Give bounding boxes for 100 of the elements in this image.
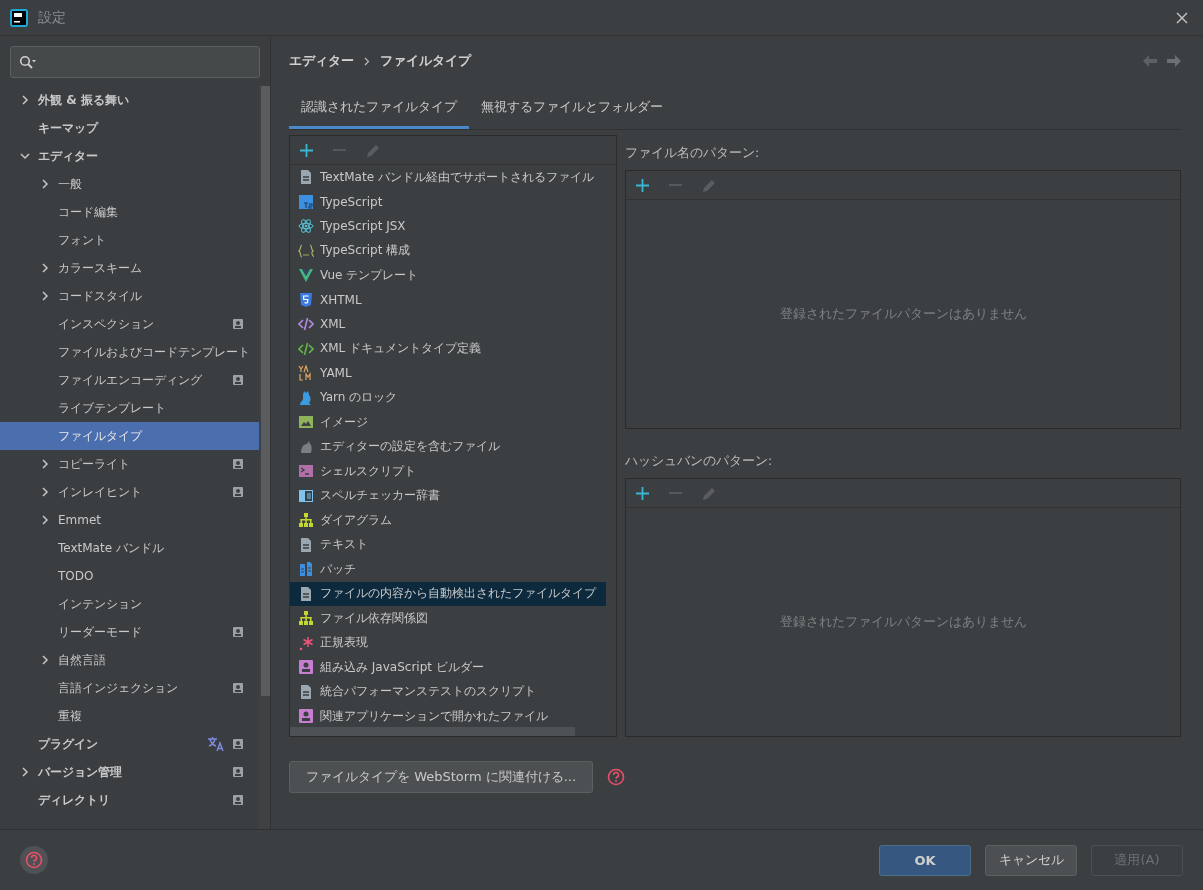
help-button[interactable] bbox=[20, 846, 48, 874]
file-type-item[interactable]: 統合パフォーマンステストのスクリプト bbox=[290, 679, 606, 704]
settings-tree-item[interactable]: 自然言語 bbox=[0, 646, 259, 674]
chevron-right-icon[interactable] bbox=[40, 487, 50, 497]
file-type-item[interactable]: ファイル依存関係図 bbox=[290, 606, 606, 631]
file-type-item[interactable]: TypeScript JSX bbox=[290, 214, 606, 239]
settings-tree-item[interactable]: Emmet bbox=[0, 506, 259, 534]
user-badge-icon bbox=[233, 627, 243, 637]
settings-tree-item[interactable]: バージョン管理 bbox=[0, 758, 259, 786]
file-type-item[interactable]: スペルチェッカー辞書 bbox=[290, 483, 606, 508]
translate-icon bbox=[207, 736, 225, 752]
document-icon bbox=[298, 169, 314, 186]
dialog-button[interactable]: キャンセル bbox=[985, 844, 1077, 876]
settings-tree-item[interactable]: フォント bbox=[0, 226, 259, 254]
chevron-right-icon bbox=[364, 56, 370, 66]
scrollbar-thumb[interactable] bbox=[290, 727, 575, 736]
settings-tree-item[interactable]: TextMate バンドル bbox=[0, 534, 259, 562]
settings-tree-item[interactable]: コード編集 bbox=[0, 198, 259, 226]
tab[interactable]: 認識されたファイルタイプ bbox=[289, 86, 469, 129]
tab[interactable]: 無視するファイルとフォルダー bbox=[469, 86, 675, 129]
chevron-right-icon[interactable] bbox=[20, 95, 30, 105]
close-icon[interactable] bbox=[1176, 11, 1188, 24]
file-type-item[interactable]: エディターの設定を含むファイル bbox=[290, 434, 606, 459]
file-type-item[interactable]: 組み込み JavaScript ビルダー bbox=[290, 655, 606, 680]
add-icon[interactable] bbox=[636, 486, 649, 500]
settings-tree-item[interactable]: 外観 & 振る舞い bbox=[0, 86, 259, 114]
chevron-right-icon[interactable] bbox=[40, 263, 50, 273]
settings-tree-item[interactable]: コピーライト bbox=[0, 450, 259, 478]
settings-tree-item[interactable]: プラグイン bbox=[0, 730, 259, 758]
help-icon[interactable] bbox=[607, 768, 626, 786]
settings-tree-item[interactable]: カラースキーム bbox=[0, 254, 259, 282]
settings-tree-item[interactable]: 言語インジェクション bbox=[0, 674, 259, 702]
settings-tree-item[interactable]: エディター bbox=[0, 142, 259, 170]
v-shape-icon bbox=[298, 267, 314, 284]
associate-button[interactable]: ファイルタイプを WebStorm に関連付ける... bbox=[289, 761, 594, 793]
breadcrumb-item[interactable]: ファイルタイプ bbox=[380, 52, 471, 70]
add-icon[interactable] bbox=[300, 143, 313, 157]
file-type-item[interactable]: XHTML bbox=[290, 287, 606, 312]
document-icon bbox=[298, 683, 314, 700]
user-badge-icon bbox=[233, 739, 243, 749]
chevron-right-icon[interactable] bbox=[20, 767, 30, 777]
settings-tree-item[interactable]: ディレクトリ bbox=[0, 786, 259, 814]
search-field[interactable] bbox=[10, 46, 260, 78]
settings-tree-item[interactable]: ファイルタイプ bbox=[0, 422, 259, 450]
dialog-button[interactable]: OK bbox=[879, 844, 971, 876]
file-type-item[interactable]: YAML bbox=[290, 361, 606, 386]
file-type-item[interactable]: 関連アプリケーションで開かれたファイル bbox=[290, 704, 606, 727]
settings-tree-item[interactable]: インスペクション bbox=[0, 310, 259, 338]
file-type-item[interactable]: Vue テンプレート bbox=[290, 263, 606, 288]
file-type-item[interactable]: TypeScript 構成 bbox=[290, 238, 606, 263]
user-badge-icon bbox=[233, 795, 243, 805]
scrollbar-thumb[interactable] bbox=[261, 86, 270, 696]
file-type-item[interactable]: TypeScript bbox=[290, 189, 606, 214]
file-type-item[interactable]: XML bbox=[290, 312, 606, 337]
breadcrumb-item[interactable]: エディター bbox=[289, 52, 354, 70]
split-document-icon bbox=[298, 561, 314, 578]
file-type-item[interactable]: XML ドキュメントタイプ定義 bbox=[290, 336, 606, 361]
file-type-item[interactable]: TextMate バンドル経由でサポートされるファイル bbox=[290, 165, 606, 190]
user-badge-icon bbox=[233, 767, 243, 777]
braces-icon bbox=[298, 242, 314, 259]
file-type-item[interactable]: ファイルの内容から自動検出されたファイルタイプ bbox=[290, 581, 606, 606]
file-type-item[interactable]: テキスト bbox=[290, 532, 606, 557]
hierarchy-icon bbox=[298, 512, 314, 529]
file-type-item[interactable]: Yarn のロック bbox=[290, 385, 606, 410]
settings-tree-item[interactable]: TODO bbox=[0, 562, 259, 590]
chevron-right-icon[interactable] bbox=[40, 179, 50, 189]
settings-tree-item[interactable]: ライブテンプレート bbox=[0, 394, 259, 422]
user-badge-icon bbox=[233, 683, 243, 693]
file-type-item[interactable]: パッチ bbox=[290, 557, 606, 582]
chevron-right-icon[interactable] bbox=[40, 655, 50, 665]
user-badge-icon bbox=[233, 319, 243, 329]
file-type-item[interactable]: ダイアグラム bbox=[290, 508, 606, 533]
settings-tree-item[interactable]: リーダーモード bbox=[0, 618, 259, 646]
book-icon bbox=[298, 487, 314, 504]
code-tag-icon bbox=[298, 316, 314, 333]
user-badge-icon bbox=[233, 487, 243, 497]
settings-tree-item[interactable]: キーマップ bbox=[0, 114, 259, 142]
chevron-right-icon[interactable] bbox=[40, 291, 50, 301]
image-icon bbox=[298, 414, 314, 431]
add-icon[interactable] bbox=[636, 178, 649, 192]
settings-tree-item[interactable]: 一般 bbox=[0, 170, 259, 198]
chevron-right-icon[interactable] bbox=[40, 459, 50, 469]
user-badge-icon bbox=[233, 375, 243, 385]
file-type-item[interactable]: シェルスクリプト bbox=[290, 459, 606, 484]
settings-tree-item[interactable]: 重複 bbox=[0, 702, 259, 730]
cat-icon bbox=[298, 389, 314, 406]
chevron-down-icon[interactable] bbox=[20, 151, 30, 161]
atom-icon bbox=[298, 218, 314, 235]
person-card-icon bbox=[298, 659, 314, 676]
file-type-item[interactable]: 正規表現 bbox=[290, 630, 606, 655]
user-badge-icon bbox=[233, 459, 243, 469]
app-logo-icon bbox=[10, 8, 28, 27]
settings-tree-item[interactable]: インテンション bbox=[0, 590, 259, 618]
settings-tree-item[interactable]: インレイヒント bbox=[0, 478, 259, 506]
settings-tree-item[interactable]: ファイルおよびコードテンプレート bbox=[0, 338, 259, 366]
person-card-icon bbox=[298, 708, 314, 725]
chevron-right-icon[interactable] bbox=[40, 515, 50, 525]
settings-tree-item[interactable]: ファイルエンコーディング bbox=[0, 366, 259, 394]
file-type-item[interactable]: イメージ bbox=[290, 410, 606, 435]
settings-tree-item[interactable]: コードスタイル bbox=[0, 282, 259, 310]
